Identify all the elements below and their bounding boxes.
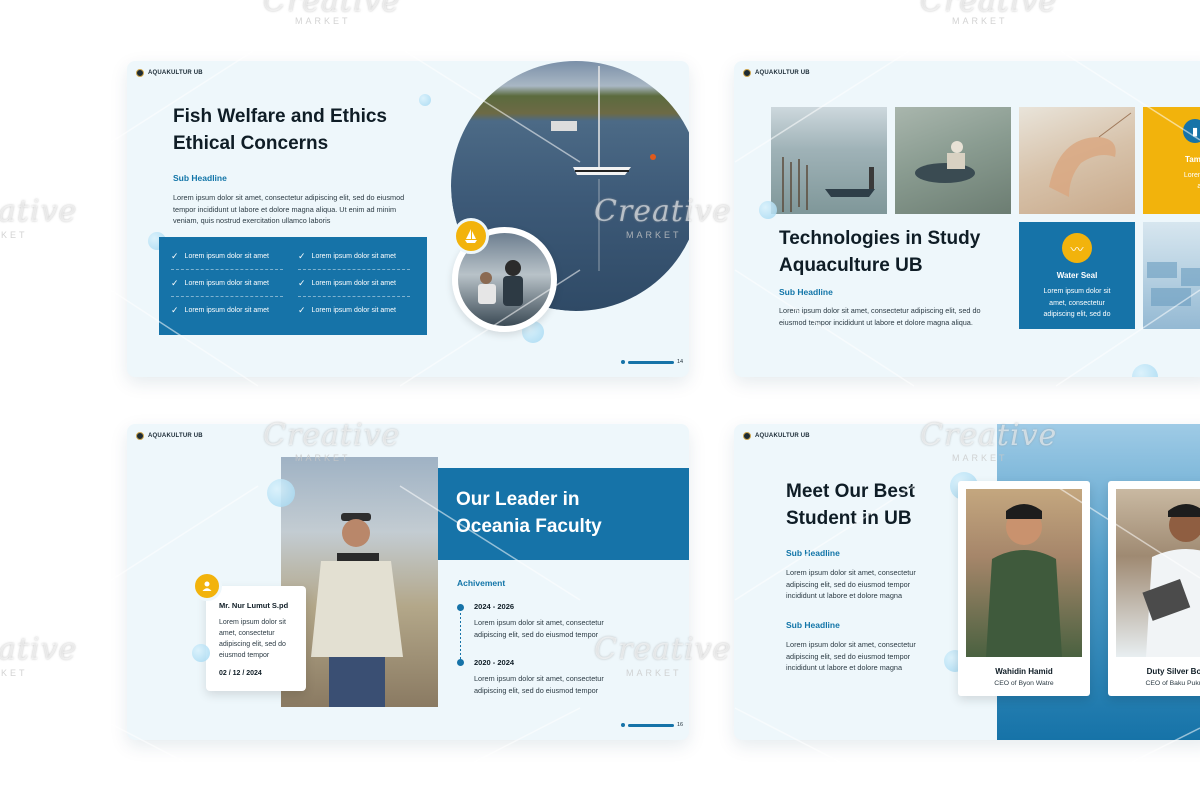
presentation-mockup: AQUAKULTUR UB Fish Welfare and Ethics Et… (0, 0, 1200, 800)
watermark-lines (79, 47, 1200, 800)
